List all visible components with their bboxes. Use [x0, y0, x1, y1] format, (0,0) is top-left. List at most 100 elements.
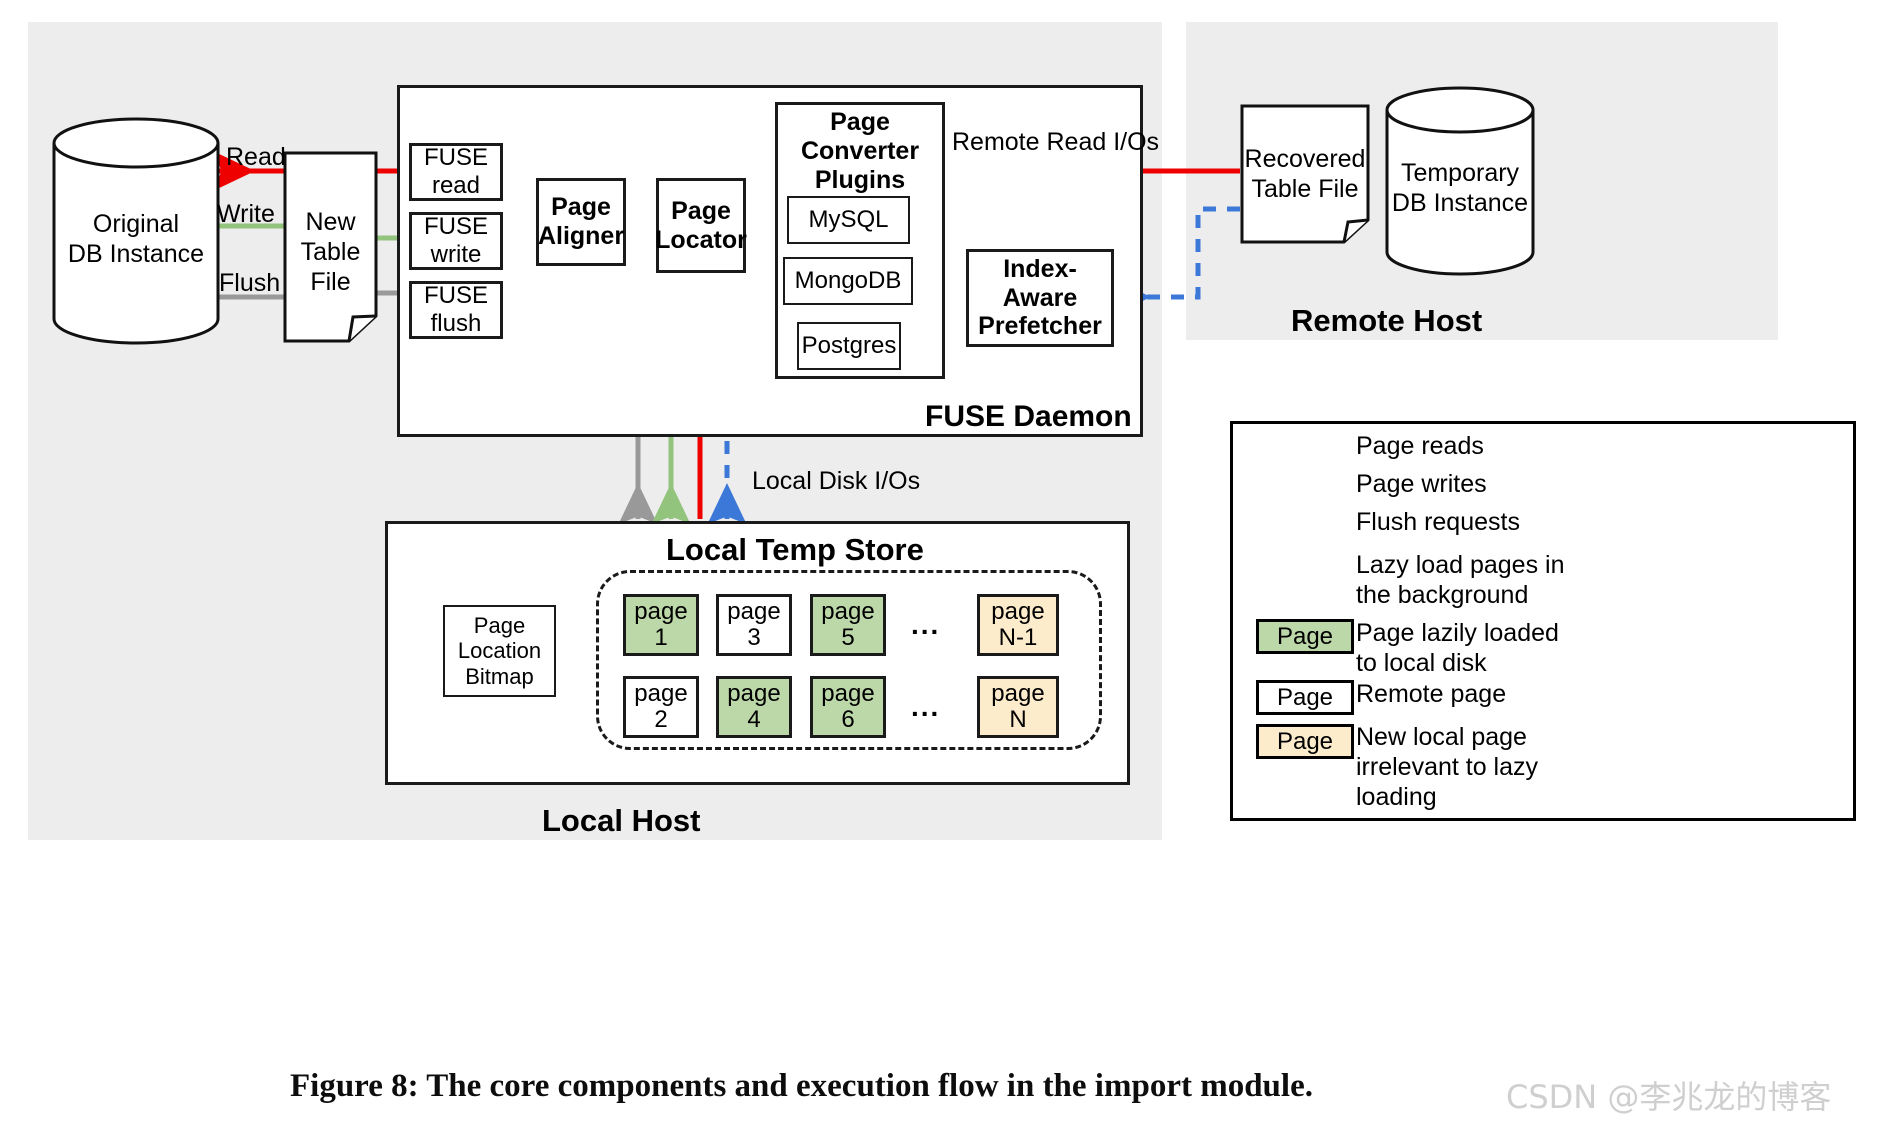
- legend-swatch-yellow-label: Page: [1276, 727, 1334, 755]
- page-cell-5-num: 5: [841, 624, 855, 651]
- page-location-bitmap-box: Page Location Bitmap: [443, 605, 556, 697]
- temporary-db-instance: Temporary DB Instance: [1385, 86, 1535, 276]
- legend-lazily-line-2: to local disk: [1356, 649, 1487, 677]
- page-cell-n: page N: [977, 676, 1059, 738]
- new-table-file: New Table File: [283, 151, 378, 343]
- page-aligner-line-2: Aligner: [537, 222, 625, 250]
- original-db-line-2: DB Instance: [67, 240, 205, 268]
- new-table-file-line-2: Table File: [300, 238, 361, 296]
- remote-host-label: Remote Host: [1291, 303, 1483, 338]
- page-cell-6-word: page: [821, 680, 875, 708]
- fuse-write-line-1: FUSE: [423, 213, 488, 241]
- page-cell-3-word: page: [727, 598, 781, 626]
- page-cell-1: page 1: [623, 594, 699, 656]
- page-cell-4: page 4: [716, 676, 792, 738]
- temporary-db-line-1: Temporary: [1400, 159, 1520, 187]
- page-cell-4-word: page: [727, 680, 781, 708]
- plugin-postgres: Postgres: [797, 322, 901, 370]
- legend-label-new-local-page: New local page irrelevant to lazy loadin…: [1356, 722, 1538, 812]
- page-cell-2: page 2: [623, 676, 699, 738]
- fuse-write-line-2: write: [430, 241, 482, 268]
- page-cell-6-num: 6: [841, 706, 855, 733]
- prefetcher-line-1: Index-Aware: [1002, 254, 1078, 312]
- recovered-table-file: Recovered Table File: [1240, 104, 1370, 244]
- legend-swatch-green: Page: [1256, 619, 1354, 654]
- legend-label-remote-page: Remote page: [1356, 680, 1507, 708]
- fuse-read-line-2: read: [431, 172, 481, 199]
- legend-newlocal-line-1: New local page: [1356, 723, 1527, 751]
- page-aligner-box: Page Aligner: [536, 178, 626, 266]
- legend-label-lazy-load: Lazy load pages in the background: [1356, 550, 1564, 610]
- plugin-mysql-label: MySQL: [808, 206, 889, 234]
- plugin-postgres-label: Postgres: [801, 332, 897, 360]
- fuse-read-box: FUSE read: [409, 143, 503, 201]
- legend-swatch-yellow: Page: [1256, 724, 1354, 759]
- original-db-line-1: Original: [92, 210, 180, 238]
- ellipsis-row-2: ...: [911, 691, 941, 722]
- new-table-file-line-1: New: [305, 208, 356, 236]
- plugin-mysql: MySQL: [787, 196, 910, 244]
- plugin-mongodb: MongoDB: [783, 257, 913, 305]
- legend-swatch-white: Page: [1256, 680, 1354, 715]
- page-cell-1-num: 1: [654, 624, 668, 651]
- page-locator-box: Page Locator: [655, 178, 747, 273]
- legend-label-page-reads: Page reads: [1356, 432, 1484, 460]
- index-aware-prefetcher-box: Index-Aware Prefetcher: [966, 249, 1114, 347]
- recovered-table-file-line-1: Recovered: [1244, 145, 1366, 173]
- page-cell-1-word: page: [634, 598, 688, 626]
- page-cell-n-minus-1: page N-1: [977, 594, 1059, 656]
- bitmap-line-1: Page: [473, 613, 526, 639]
- converter-title-line-3: Plugins: [814, 166, 906, 194]
- fuse-flush-line-1: FUSE: [423, 282, 488, 310]
- edge-label-write: Write: [217, 200, 275, 228]
- fuse-daemon-title: FUSE Daemon: [925, 400, 1132, 433]
- page-locator-line-2: Locator: [655, 225, 747, 254]
- legend-newlocal-line-2: irrelevant to lazy: [1356, 753, 1539, 781]
- edge-label-flush: Flush: [219, 269, 281, 297]
- local-temp-store-title: Local Temp Store: [666, 532, 924, 567]
- fuse-read-line-1: FUSE: [423, 144, 488, 172]
- page-converter-plugins-title: Page Converter Plugins: [775, 108, 945, 195]
- bitmap-line-2: Location: [457, 638, 542, 664]
- page-cell-4-num: 4: [747, 706, 761, 733]
- converter-title-line-2: Converter: [800, 137, 920, 165]
- legend-swatch-green-label: Page: [1276, 622, 1334, 650]
- page-cell-5-word: page: [821, 598, 875, 626]
- plugin-mongodb-label: MongoDB: [794, 267, 902, 295]
- ellipsis-row-1: ...: [911, 609, 941, 640]
- page-cell-3-num: 3: [747, 624, 761, 651]
- bitmap-line-3: Bitmap: [465, 663, 534, 689]
- legend-label-page-writes: Page writes: [1356, 470, 1487, 498]
- figure-canvas: Original DB Instance New Table File Read…: [0, 0, 1878, 1126]
- legend-lazy-line-1: Lazy load pages in: [1356, 551, 1565, 579]
- temporary-db-line-2: DB Instance: [1391, 189, 1529, 217]
- page-cell-n-minus-1-word: page: [991, 598, 1045, 626]
- fuse-write-box: FUSE write: [409, 212, 503, 270]
- legend-lazy-line-2: the background: [1356, 581, 1529, 609]
- page-cell-3: page 3: [716, 594, 792, 656]
- recovered-table-file-line-2: Table File: [1251, 175, 1359, 203]
- legend-newlocal-line-3: loading: [1356, 783, 1437, 811]
- page-locator-line-1: Page: [671, 196, 731, 225]
- fuse-flush-box: FUSE flush: [409, 281, 503, 339]
- edge-label-read: Read: [226, 143, 286, 171]
- legend-label-lazily-loaded: Page lazily loaded to local disk: [1356, 618, 1559, 678]
- page-cell-n-minus-1-num: N-1: [998, 624, 1038, 651]
- legend-swatch-white-label: Page: [1276, 683, 1334, 711]
- edge-label-remote-read-ios: Remote Read I/Os: [952, 128, 1160, 156]
- page-cell-n-word: page: [991, 680, 1045, 708]
- legend-label-flush-requests: Flush requests: [1356, 508, 1520, 536]
- page-cell-6: page 6: [810, 676, 886, 738]
- edge-label-local-disk-ios: Local Disk I/Os: [752, 467, 921, 495]
- csdn-watermark: CSDN @李兆龙的博客: [1506, 1078, 1832, 1116]
- fuse-flush-line-2: flush: [430, 310, 482, 337]
- page-cell-n-num: N: [1009, 706, 1027, 733]
- page-cell-2-word: page: [634, 680, 688, 708]
- page-cell-5: page 5: [810, 594, 886, 656]
- converter-title-line-1: Page: [830, 108, 890, 136]
- local-host-label: Local Host: [542, 803, 701, 838]
- legend-lazily-line-1: Page lazily loaded: [1356, 619, 1559, 647]
- figure-caption: Figure 8: The core components and execut…: [290, 1068, 1313, 1104]
- page-aligner-line-1: Page: [551, 193, 611, 222]
- original-db-instance: Original DB Instance: [52, 117, 220, 345]
